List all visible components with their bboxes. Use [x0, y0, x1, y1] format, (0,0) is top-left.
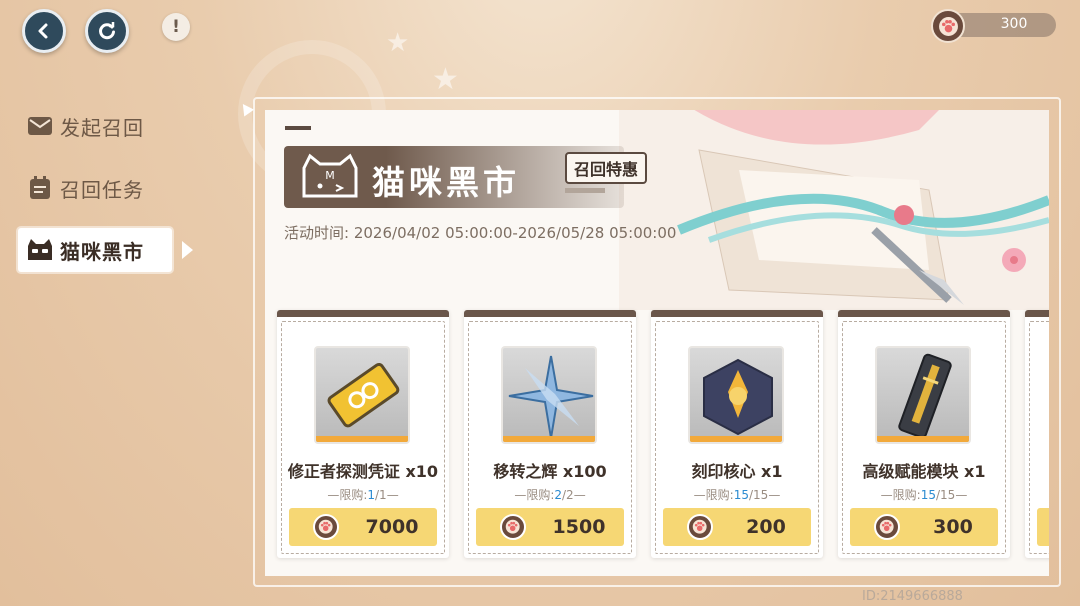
shop-item-card[interactable]: 高级赋能模块 x1 —限购:15/15— 300 — [838, 310, 1010, 558]
item-price: 1500 — [552, 516, 606, 538]
gold-ticket-icon — [327, 362, 400, 428]
item-price: 200 — [746, 516, 786, 538]
item-name: 高级赋能模块 x1 — [862, 462, 986, 481]
paw-coin-icon — [500, 514, 526, 540]
card-topbar — [838, 310, 1010, 317]
item-price: 300 — [933, 516, 973, 538]
sidebar-item-label: 发起召回 — [60, 115, 144, 140]
purchase-limit: —限购:1/1— — [327, 488, 399, 502]
item-image — [501, 346, 597, 444]
banner-illustration — [619, 110, 1049, 310]
rarity-bar — [503, 436, 595, 442]
activity-time: 活动时间: 2026/04/02 05:00:00-2026/05/28 05:… — [284, 222, 676, 243]
user-id: ID:2149666888 — [862, 589, 963, 604]
purchase-limit: —限购:15/15— — [880, 488, 968, 502]
blue-star-crystal-icon — [508, 355, 594, 439]
cat-logo-icon: M — [302, 153, 358, 198]
activity-time-range: 2026/04/02 05:00:00-2026/05/28 05:00:00 — [353, 224, 677, 242]
star-decoration-icon: ★ — [386, 28, 410, 58]
selection-arrow-icon — [182, 241, 193, 259]
currency-display: 300 — [931, 9, 1056, 43]
star-decoration-icon: ★ — [432, 62, 459, 97]
sidebar-item-label: 召回任务 — [60, 177, 144, 202]
rarity-bar — [316, 436, 408, 442]
buy-button[interactable]: 300 — [850, 508, 998, 546]
page-title: 猫咪黑市 — [372, 163, 520, 202]
info-button[interactable]: ! — [162, 13, 190, 41]
paw-coin-icon — [874, 514, 900, 540]
paw-coin-icon — [313, 514, 339, 540]
mail-icon — [26, 113, 54, 139]
buy-button[interactable]: 200 — [663, 508, 811, 546]
shop-item-card[interactable]: 移转之辉 x100 —限购:2/2— 1500 — [464, 310, 636, 558]
refresh-button[interactable] — [85, 9, 129, 53]
buy-button[interactable]: 1500 — [476, 508, 624, 546]
sidebar-item-label: 猫咪黑市 — [60, 239, 144, 264]
refresh-icon — [99, 22, 115, 40]
paw-coin-icon — [687, 514, 713, 540]
item-image — [314, 346, 410, 444]
hexagon-core-icon — [703, 358, 773, 436]
item-name: 刻印核心 x1 — [691, 462, 783, 481]
back-arrow-icon — [38, 23, 48, 39]
rarity-bar — [877, 436, 969, 442]
item-image — [688, 346, 784, 444]
card-topbar — [464, 310, 636, 317]
item-name: 修正者探测凭证 x10 — [287, 462, 439, 481]
card-topbar — [1025, 310, 1049, 317]
task-list-icon — [26, 175, 54, 201]
promo-tag-underline — [565, 188, 605, 193]
item-name: 移转之辉 x100 — [493, 462, 607, 481]
sidebar-item-cat-black-market[interactable]: 猫咪黑市 — [18, 228, 172, 272]
sidebar-item-recall-tasks[interactable]: 召回任务 — [18, 166, 172, 210]
sidebar-item-initiate-recall[interactable]: 发起召回 — [18, 104, 172, 148]
shop-panel: M 猫咪黑市 召回特惠 活动时间: 2026/04/02 05:00:00-20… — [265, 110, 1049, 576]
shop-item-card[interactable]: 修正者探测凭证 x10 —限购:1/1— 7000 — [277, 310, 449, 558]
buy-button[interactable] — [1037, 508, 1049, 546]
buy-button[interactable]: 7000 — [289, 508, 437, 546]
item-image — [875, 346, 971, 444]
item-price: 7000 — [365, 516, 419, 538]
activity-time-label: 活动时间: — [284, 224, 350, 242]
module-card-icon — [898, 353, 952, 439]
purchase-limit: —限购:15/15— — [693, 488, 781, 502]
purchase-limit: —限购:2/2— — [514, 488, 586, 502]
promo-tag: 召回特惠 — [565, 152, 647, 184]
back-button[interactable] — [22, 9, 66, 53]
shop-item-card[interactable]: 刻印核心 x1 —限购:15/15— 200 — [651, 310, 823, 558]
banner-tag-line — [285, 126, 311, 130]
exclamation-icon: ! — [172, 17, 180, 37]
cat-face-icon — [26, 237, 54, 263]
svg-text:M: M — [325, 169, 335, 182]
rarity-bar — [690, 436, 782, 442]
card-topbar — [651, 310, 823, 317]
shop-item-card-partial[interactable] — [1025, 310, 1049, 558]
card-topbar — [277, 310, 449, 317]
currency-amount: 300 — [1000, 16, 1028, 32]
paw-coin-icon — [931, 9, 965, 43]
